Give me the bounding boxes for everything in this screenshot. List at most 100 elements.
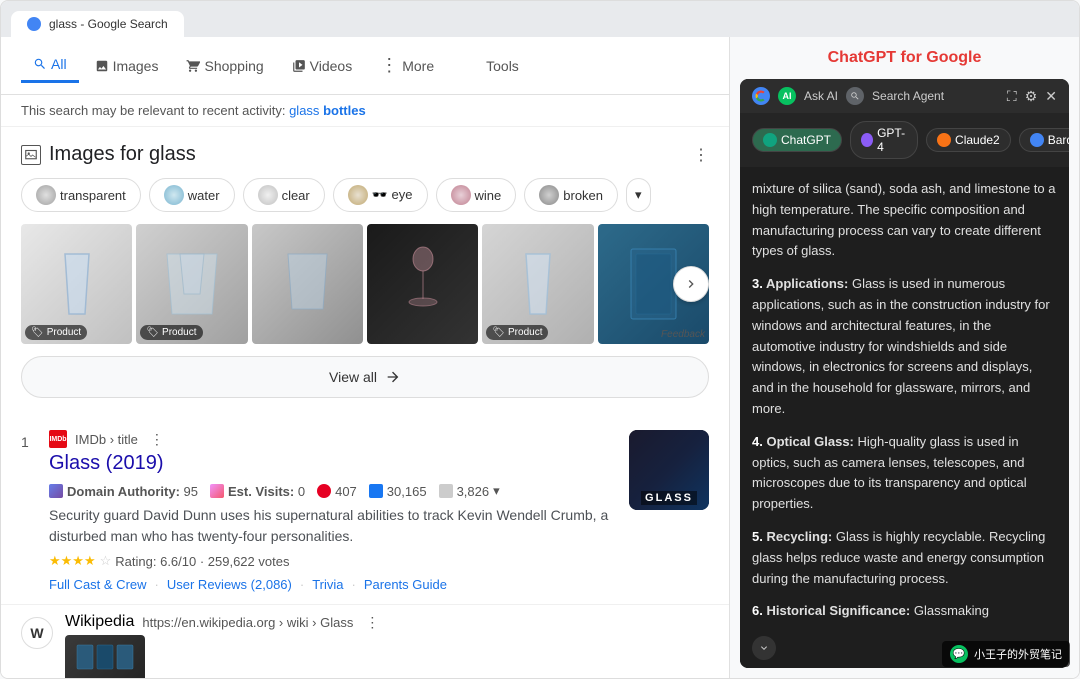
gpt4-tab-icon (861, 133, 873, 147)
wiki-source: Wikipedia https://en.wikipedia.org › wik… (65, 613, 379, 631)
meta-links: 3,826 ▾ (439, 483, 500, 499)
close-icon[interactable]: ✕ (1045, 88, 1057, 105)
images-section: Images for glass ⋮ transparent water (1, 127, 729, 418)
stars-icon: ★★★★ (49, 553, 96, 569)
rating-text: Rating: 6.6/10 · 259,622 votes (115, 554, 289, 569)
wechat-icon-symbol: 💬 (953, 649, 965, 660)
filter-chip-wine[interactable]: wine (436, 178, 517, 212)
feedback-badge: Feedback (661, 329, 705, 340)
tab-chatgpt[interactable]: ChatGPT (752, 128, 842, 152)
meta-est-visits: Est. Visits: 0 (210, 484, 305, 499)
wiki-source-name: Wikipedia (65, 613, 134, 631)
notification-link[interactable]: glass bottles (289, 103, 366, 118)
source-name: IMDb (75, 432, 106, 447)
link-trivia[interactable]: Trivia (312, 577, 343, 592)
result-thumbnail: GLASS (629, 430, 709, 510)
google-icon (752, 87, 770, 105)
notification-text: This search may be relevant to recent ac… (21, 103, 285, 118)
point-num-2: 4. (752, 434, 766, 449)
product-label-1: Product (47, 327, 81, 338)
more-dots-icon: ⋮ (380, 55, 398, 76)
expand-window-icon[interactable]: ⛶ (1007, 88, 1017, 105)
chip-label-broken: broken (563, 188, 603, 203)
tab-favicon (27, 17, 41, 31)
result-number: 1 (21, 430, 37, 450)
tab-gpt4[interactable]: GPT-4 (850, 121, 918, 159)
images-more-icon[interactable]: ⋮ (693, 145, 709, 165)
tab-bard[interactable]: Bard (1019, 128, 1069, 152)
tab-claude[interactable]: Claude2 (926, 128, 1011, 152)
nav-item-more[interactable]: ⋮ More (368, 47, 446, 84)
chip-label-wine: wine (475, 188, 502, 203)
filter-chip-broken[interactable]: broken (524, 178, 618, 212)
point-text-4: Glassmaking (914, 603, 989, 618)
link-full-cast[interactable]: Full Cast & Crew (49, 577, 147, 592)
image-cell-5[interactable]: 🏷 Product (482, 224, 593, 344)
view-all-button[interactable]: View all (21, 356, 709, 398)
ai-icon: AI (778, 87, 796, 105)
nav-item-shopping[interactable]: Shopping (174, 50, 275, 82)
browser-body: All Images Shopping (1, 37, 1079, 678)
da-label-text: Domain Authority: (67, 484, 180, 499)
images-title: Images for glass (21, 143, 196, 166)
chip-icon-transparent (36, 185, 56, 205)
settings-icon[interactable]: ⚙ (1025, 88, 1038, 105)
active-tab[interactable]: glass - Google Search (11, 11, 184, 37)
nav-item-all[interactable]: All (21, 48, 79, 83)
tab-title: glass - Google Search (49, 17, 168, 31)
nav-item-videos[interactable]: Videos (280, 50, 365, 82)
filter-chip-transparent[interactable]: transparent (21, 178, 141, 212)
wiki-options-icon[interactable]: ⋮ (365, 614, 379, 631)
result-options-icon[interactable]: ⋮ (150, 431, 164, 448)
wiki-content: Wikipedia https://en.wikipedia.org › wik… (65, 613, 379, 678)
nav-more-label: More (402, 58, 434, 74)
point-bold-1: Applications: (766, 276, 848, 291)
browser-tabs: glass - Google Search (1, 1, 1079, 37)
filter-chip-more[interactable]: ▾ (626, 178, 651, 212)
link-parents-guide[interactable]: Parents Guide (364, 577, 447, 592)
content-paragraph-0: mixture of silica (sand), soda ash, and … (752, 179, 1057, 262)
point-num-1: 3. (752, 276, 766, 291)
nav-item-images[interactable]: Images (83, 50, 171, 82)
chip-label-water: water (188, 188, 220, 203)
result-title-link[interactable]: Glass (2019) (49, 452, 617, 475)
view-all-label: View all (329, 369, 377, 385)
claude-tab-label: Claude2 (955, 133, 1000, 147)
rating-row: ★★★★ ☆ Rating: 6.6/10 · 259,622 votes (49, 553, 617, 569)
notification-link-text: glass (289, 103, 319, 118)
chatgpt-content: mixture of silica (sand), soda ash, and … (740, 167, 1069, 628)
search-agent-icon (846, 87, 864, 105)
wiki-thumbnail (65, 635, 145, 678)
filter-chip-clear[interactable]: clear (243, 178, 325, 212)
image-cell-3[interactable] (252, 224, 363, 344)
chatgpt-toolbar: AI Ask AI Search Agent ⛶ ⚙ ✕ (740, 79, 1069, 113)
meta-domain-authority: Domain Authority: 95 (49, 484, 198, 499)
image-cell-2[interactable]: 🏷 Product (136, 224, 247, 344)
browser-frame: glass - Google Search All Images (0, 0, 1080, 679)
ai-icon-text: AI (783, 91, 792, 101)
image-cell-4[interactable] (367, 224, 478, 344)
filter-chip-water[interactable]: water (149, 178, 235, 212)
ask-ai-label[interactable]: Ask AI (804, 89, 838, 103)
expand-icon[interactable]: ▾ (493, 483, 500, 499)
filter-chip-eye[interactable]: 🕶️ eye (333, 178, 428, 212)
image-icon (25, 149, 37, 161)
content-paragraph-4: 6. Historical Significance: Glassmaking (752, 601, 1057, 622)
film-title-overlay: GLASS (641, 491, 697, 505)
bard-tab-label: Bard (1048, 133, 1069, 147)
main-content: All Images Shopping (1, 37, 729, 678)
link-user-reviews[interactable]: User Reviews (2,086) (167, 577, 292, 592)
next-image-button[interactable] (673, 266, 709, 302)
toolbar-icons: ⛶ ⚙ ✕ (1007, 88, 1057, 105)
product-label-5: Product (508, 327, 542, 338)
point-bold-4: Historical Significance: (766, 603, 910, 618)
content-paragraph-3: 5. Recycling: Glass is highly recyclable… (752, 527, 1057, 589)
chatgpt-window: AI Ask AI Search Agent ⛶ ⚙ ✕ (740, 79, 1069, 668)
ev-label-text: Est. Visits: (228, 484, 294, 499)
search-icon (33, 57, 47, 71)
separator-3: · (352, 577, 356, 592)
image-cell-1[interactable]: 🏷 Product (21, 224, 132, 344)
search-agent-label[interactable]: Search Agent (872, 89, 944, 103)
nav-item-tools[interactable]: Tools (470, 50, 535, 82)
scroll-down-button[interactable] (752, 636, 776, 660)
